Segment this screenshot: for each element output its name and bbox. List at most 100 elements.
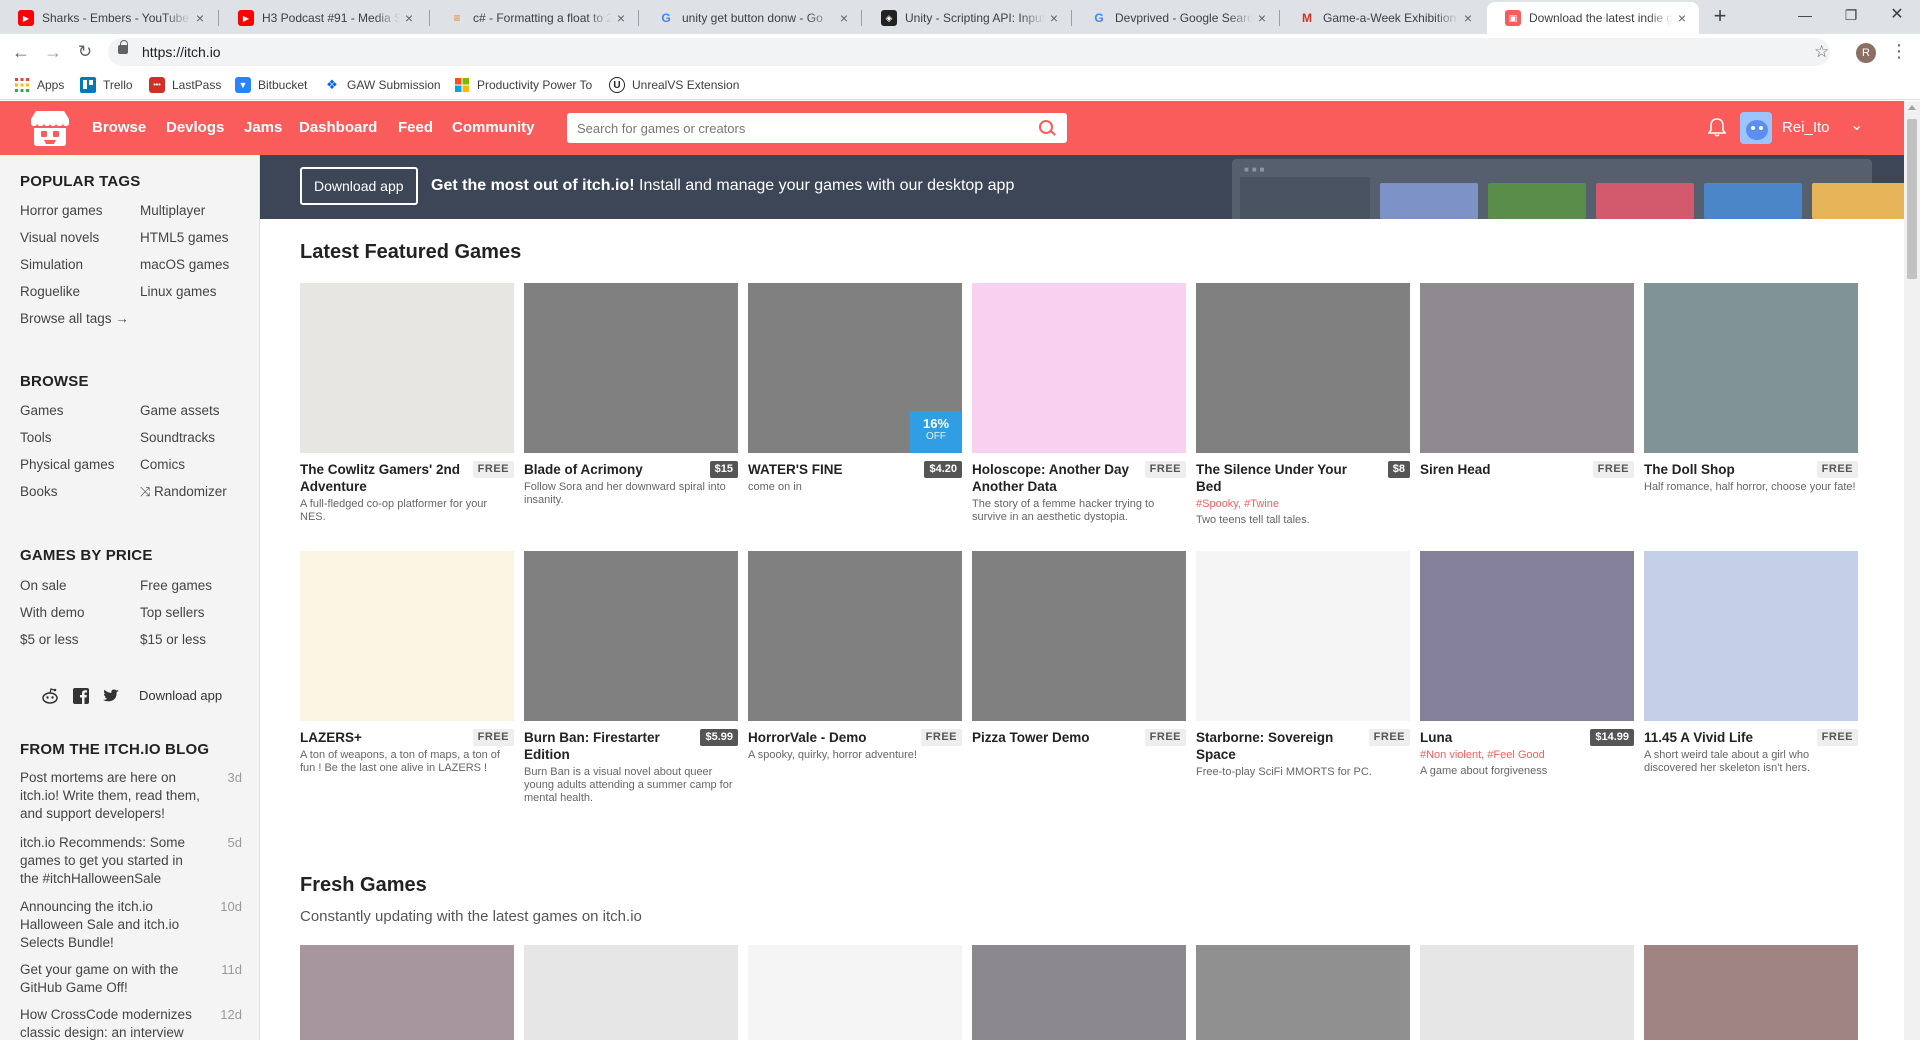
game-thumbnail[interactable] — [1196, 283, 1410, 453]
fresh-game-thumbnail[interactable] — [1644, 945, 1858, 1040]
browse-all-tags-link[interactable]: Browse all tags → — [20, 311, 129, 326]
game-tags[interactable]: #Spooky, #Twine — [1196, 498, 1279, 510]
game-thumbnail[interactable] — [300, 283, 514, 453]
game-thumbnail[interactable]: 16% OFF — [748, 283, 962, 453]
game-title[interactable]: Starborne: Sovereign Space — [1196, 729, 1358, 763]
lock-icon[interactable] — [118, 40, 128, 54]
game-thumbnail[interactable] — [300, 551, 514, 721]
game-thumbnail[interactable] — [1196, 551, 1410, 721]
game-cell[interactable]: Siren Head FREE — [1420, 283, 1634, 478]
game-cell[interactable]: HorrorVale - Demo FREE A spooky, quirky, h… — [748, 551, 962, 761]
game-title[interactable]: WATER'S FINE — [748, 461, 910, 478]
game-title[interactable]: 11.45 A Vivid Life — [1644, 729, 1806, 746]
game-cell[interactable]: The Silence Under Your Bed $8 #Spooky, #Tw… — [1196, 283, 1410, 526]
bookmark-lastpass[interactable]: ••• LastPass — [149, 77, 221, 93]
browser-tab[interactable]: ≡ c# - Formatting a float to 2 × — [431, 2, 638, 34]
url-text[interactable]: https://itch.io — [142, 44, 221, 60]
sidebar-link-top-sellers[interactable]: Top sellers — [140, 605, 205, 620]
game-thumbnail[interactable] — [524, 551, 738, 721]
bookmark-star-icon[interactable]: ☆ — [1814, 42, 1829, 62]
close-icon[interactable]: × — [1253, 10, 1271, 26]
facebook-icon[interactable] — [72, 687, 90, 705]
blog-post-title[interactable]: Announcing the itch.io Halloween Sale an… — [20, 898, 200, 952]
blog-post-title[interactable]: Get your game on with the GitHub Game Of… — [20, 961, 200, 997]
sidebar-link--5-or-less[interactable]: $5 or less — [20, 632, 79, 647]
sidebar-link-physical-games[interactable]: Physical games — [20, 457, 115, 472]
sidebar-link-multiplayer[interactable]: Multiplayer — [140, 203, 205, 218]
game-thumbnail[interactable] — [1420, 283, 1634, 453]
bookmark-trello[interactable]: Trello — [80, 77, 133, 93]
minimize-button[interactable]: — — [1782, 0, 1828, 30]
game-cell[interactable]: 16% OFF WATER'S FINE $4.20 come on in — [748, 283, 962, 493]
game-cell[interactable]: The Cowlitz Gamers' 2nd Adventure FREE A f… — [300, 283, 514, 523]
browser-menu-icon[interactable]: ⋮ — [1890, 41, 1908, 62]
close-icon[interactable]: × — [612, 10, 630, 26]
search-box[interactable] — [567, 113, 1067, 143]
sidebar-link-html5-games[interactable]: HTML5 games — [140, 230, 229, 245]
fresh-game-thumbnail[interactable] — [748, 945, 962, 1040]
sidebar-link-linux-games[interactable]: Linux games — [140, 284, 217, 299]
game-thumbnail[interactable] — [1644, 551, 1858, 721]
sidebar-link-free-games[interactable]: Free games — [140, 578, 212, 593]
game-cell[interactable]: Luna $14.99 #Non violent, #Feel Good A game… — [1420, 551, 1634, 777]
username[interactable]: Rei_Ito — [1782, 119, 1830, 136]
blog-post-title[interactable]: itch.io Recommends: Some games to get yo… — [20, 834, 200, 888]
nav-dashboard[interactable]: Dashboard — [299, 119, 377, 136]
scrollbar-thumb[interactable] — [1907, 119, 1917, 279]
close-icon[interactable]: × — [1045, 10, 1063, 26]
game-cell[interactable]: Starborne: Sovereign Space FREE Free-to-pl… — [1196, 551, 1410, 778]
blog-post-title[interactable]: Post mortems are here on itch.io! Write … — [20, 769, 200, 823]
nav-devlogs[interactable]: Devlogs — [166, 119, 224, 136]
game-title[interactable]: Blade of Acrimony — [524, 461, 686, 478]
nav-jams[interactable]: Jams — [244, 119, 282, 136]
bookmark-unrealvs-extension[interactable]: U UnrealVS Extension — [609, 77, 739, 93]
bookmark-apps[interactable]: Apps — [14, 77, 64, 93]
sidebar-link-with-demo[interactable]: With demo — [20, 605, 85, 620]
blog-post[interactable]: itch.io Recommends: Some games to get yo… — [20, 834, 242, 888]
address-bar[interactable] — [108, 38, 1830, 66]
browser-tab[interactable]: ▣ Download the latest indie g × — [1487, 2, 1699, 34]
download-app-button[interactable]: Download app — [300, 167, 418, 205]
blog-post-title[interactable]: How CrossCode modernizes classic design:… — [20, 1006, 200, 1040]
maximize-button[interactable]: ❐ — [1828, 0, 1874, 30]
browser-tab[interactable]: Gunity get button donw - Go × — [640, 2, 861, 34]
bookmark-gaw-submission[interactable]: ❖ GAW Submission — [324, 77, 440, 93]
sidebar-link-on-sale[interactable]: On sale — [20, 578, 67, 593]
twitter-icon[interactable] — [102, 687, 120, 705]
nav-feed[interactable]: Feed — [398, 119, 433, 136]
sidebar-link-simulation[interactable]: Simulation — [20, 257, 83, 272]
bookmark-bitbucket[interactable]: ▼ Bitbucket — [235, 77, 307, 93]
game-tags[interactable]: #Non violent, #Feel Good — [1420, 749, 1545, 761]
game-title[interactable]: The Silence Under Your Bed — [1196, 461, 1358, 495]
game-cell[interactable]: 11.45 A Vivid Life FREE A short weird tale… — [1644, 551, 1858, 774]
fresh-game-thumbnail[interactable] — [300, 945, 514, 1040]
game-title[interactable]: HorrorVale - Demo — [748, 729, 910, 746]
blog-post[interactable]: Post mortems are here on itch.io! Write … — [20, 769, 242, 823]
sidebar-link-macos-games[interactable]: macOS games — [140, 257, 229, 272]
close-window-button[interactable]: ✕ — [1874, 0, 1920, 30]
itchio-logo-icon[interactable] — [30, 109, 70, 147]
sidebar-link-games[interactable]: Games — [20, 403, 64, 418]
sidebar-link-soundtracks[interactable]: Soundtracks — [140, 430, 215, 445]
game-cell[interactable]: LAZERS+ FREE A ton of weapons, a ton of ma… — [300, 551, 514, 774]
game-cell[interactable]: Holoscope: Another Day Another Data FREE T… — [972, 283, 1186, 523]
back-arrow-icon[interactable]: ← — [8, 39, 34, 65]
game-title[interactable]: Siren Head — [1420, 461, 1582, 478]
browser-tab[interactable]: G Devprived - Google Search × — [1073, 2, 1279, 34]
reload-icon[interactable]: ↻ — [72, 39, 98, 65]
sidebar-link-visual-novels[interactable]: Visual novels — [20, 230, 99, 245]
download-app-link[interactable]: Download app — [139, 688, 222, 703]
game-thumbnail[interactable] — [972, 551, 1186, 721]
sidebar-link-roguelike[interactable]: Roguelike — [20, 284, 80, 299]
chevron-down-icon[interactable]: ⌄ — [1850, 115, 1863, 135]
fresh-game-thumbnail[interactable] — [1420, 945, 1634, 1040]
new-tab-button[interactable]: + — [1708, 5, 1732, 29]
browser-tab[interactable]: M Game-a-Week Exhibition - d × — [1281, 2, 1485, 34]
nav-community[interactable]: Community — [452, 119, 535, 136]
fresh-game-thumbnail[interactable] — [972, 945, 1186, 1040]
game-thumbnail[interactable] — [972, 283, 1186, 453]
blog-post[interactable]: Get your game on with the GitHub Game Of… — [20, 961, 242, 997]
game-cell[interactable]: Pizza Tower Demo FREE — [972, 551, 1186, 746]
browser-tab[interactable]: ◈ Unity - Scripting API: Input. × — [863, 2, 1071, 34]
game-cell[interactable]: Burn Ban: Firestarter Edition $5.99 Burn B… — [524, 551, 738, 804]
